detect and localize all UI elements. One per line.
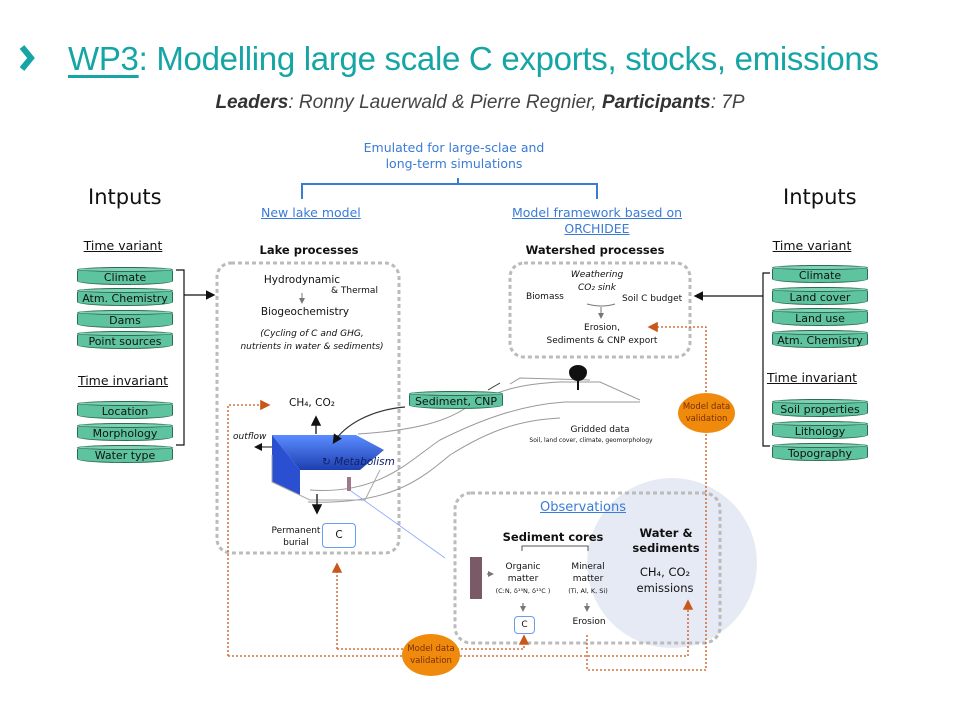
thermal-label: & Thermal <box>331 286 378 296</box>
input-morphology: Morphology <box>77 423 173 441</box>
participants-value: : 7P <box>710 92 745 113</box>
new-lake-model-link[interactable]: New lake model <box>261 205 361 220</box>
input-point-sources: Point sources <box>77 331 173 349</box>
input-atm-chemistry: Atm. Chemistry <box>77 288 173 306</box>
erosion-export-label: Erosion, Sediments & CNP export <box>546 323 658 346</box>
water-sediments-label: Water & sediments <box>632 526 700 555</box>
input-climate: Climate <box>77 267 173 285</box>
right-time-variant-label: Time variant <box>772 238 852 253</box>
framework-line-2: ORCHIDEE <box>564 221 630 236</box>
left-time-variant-label: Time variant <box>83 238 163 253</box>
input-topography: Topography <box>772 443 868 461</box>
tree-icon <box>568 365 588 390</box>
model-data-validation-bottom: Model data validation <box>402 634 460 676</box>
input-water-type: Water type <box>77 445 173 463</box>
input-atm-chemistry-right: Atm. Chemistry <box>772 330 868 348</box>
input-land-cover: Land cover <box>772 287 868 305</box>
lake-processes-title: Lake processes <box>259 243 359 257</box>
cycle-icon: ↻ <box>322 456 335 468</box>
organic-matter-label: Organic matter (C:N, δ¹⁵N, δ¹³C ) <box>495 562 551 595</box>
model-data-validation-right: Model data validation <box>678 393 735 433</box>
input-land-use: Land use <box>772 308 868 326</box>
mineral-matter-label: Mineral matter (Ti, Al, K, Si) <box>568 562 608 595</box>
cycling-line-1: (Cycling of C and GHG, <box>260 329 364 339</box>
sediment-cores-title: Sediment cores <box>502 530 604 544</box>
input-lithology: Lithology <box>772 421 868 439</box>
slide-title: WP3: Modelling large scale C exports, st… <box>68 40 879 78</box>
weathering-label: Weathering CO₂ sink <box>570 270 624 293</box>
obs-erosion-label: Erosion <box>572 617 606 627</box>
biogeochemistry-label: Biogeochemistry <box>260 306 350 318</box>
input-climate-right: Climate <box>772 265 868 283</box>
left-inputs-bracket <box>176 269 185 446</box>
model-framework-link[interactable]: Model framework based on ORCHIDEE <box>512 205 682 237</box>
input-location: Location <box>77 401 173 419</box>
title-text: : Modelling large scale C exports, stock… <box>138 40 879 77</box>
framework-line-1: Model framework based on <box>511 205 683 220</box>
observations-link[interactable]: Observations <box>540 500 626 515</box>
outflow-label: outflow <box>233 432 267 442</box>
input-soil-properties: Soil properties <box>772 399 868 417</box>
sediment-cnp-cylinder: Sediment, CNP <box>409 391 503 409</box>
gridded-data-title: Gridded data <box>570 425 630 435</box>
biomass-label: Biomass <box>526 292 564 302</box>
right-inputs-title: Intputs <box>783 185 857 209</box>
left-time-invariant-label: Time invariant <box>77 373 169 388</box>
emissions-label: CH₄, CO₂ emissions <box>636 565 694 595</box>
emulated-line-2: long-term simulations <box>385 156 523 171</box>
cycling-label: (Cycling of C and GHG, nutrients in water… <box>240 328 383 354</box>
emulated-label: Emulated for large-sclae and long-term si… <box>364 140 545 172</box>
lake-gases-label: CH₄, CO₂ <box>289 397 335 409</box>
emulated-line-1: Emulated for large-sclae and <box>363 140 545 155</box>
metabolism-label: ↻ Metabolism <box>322 456 395 468</box>
hydrodynamic-label: Hydrodynamic <box>263 274 341 286</box>
obs-carbon-box: C <box>514 616 535 634</box>
emulated-bracket <box>301 178 598 199</box>
soil-c-budget-label: Soil C budget <box>622 294 683 304</box>
right-inputs-bracket <box>762 272 770 447</box>
permanent-burial-label: Permanent burial <box>271 526 321 548</box>
wp3-link[interactable]: WP3 <box>68 40 139 77</box>
cycling-line-2: nutrients in water & sediments) <box>240 342 384 352</box>
gridded-data-subtitle: Soil, land cover, climate, geomorphology <box>529 437 653 444</box>
left-inputs-title: Intputs <box>88 185 162 209</box>
slide-subtitle: Leaders: Ronny Lauerwald & Pierre Regnie… <box>215 92 744 114</box>
chevron-icon <box>19 45 35 71</box>
lake-carbon-box: C <box>322 523 356 548</box>
sediment-core-icon <box>470 557 482 599</box>
participants-label: Participants <box>601 92 711 113</box>
leaders-label: Leaders <box>215 92 289 113</box>
watershed-processes-title: Watershed processes <box>525 243 665 257</box>
leaders-value: : Ronny Lauerwald & Pierre Regnier, <box>288 92 602 113</box>
right-time-invariant-label: Time invariant <box>766 370 858 385</box>
input-dams: Dams <box>77 310 173 328</box>
